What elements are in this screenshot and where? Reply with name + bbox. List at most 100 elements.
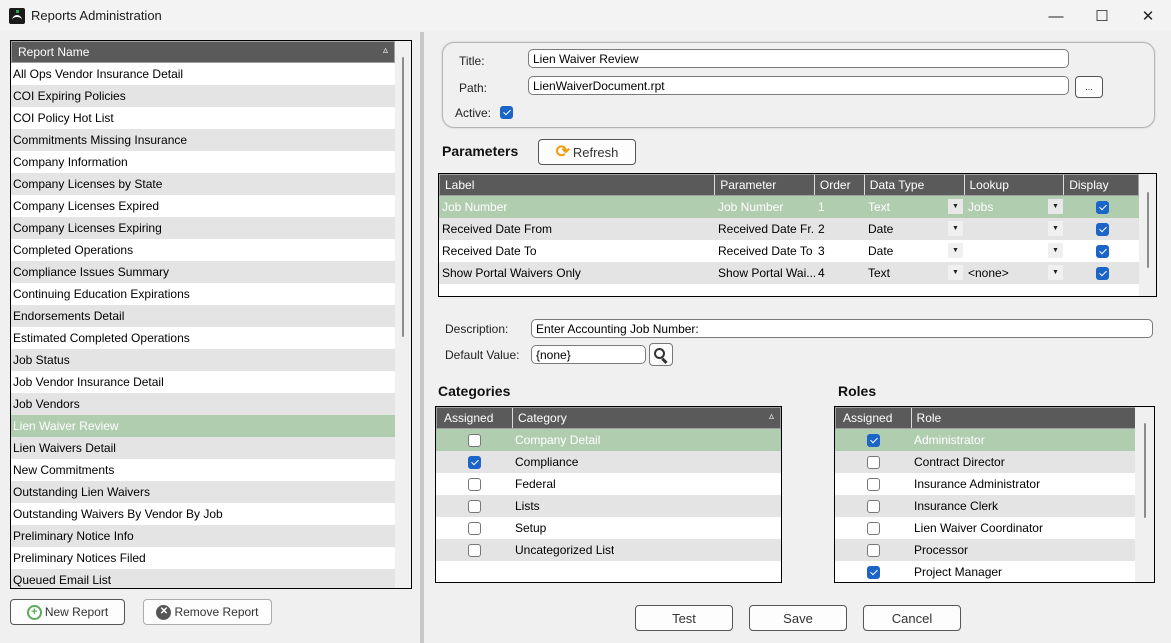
role-assigned-checkbox[interactable] <box>866 477 880 491</box>
maximize-button[interactable]: ☐ <box>1079 0 1125 32</box>
test-button[interactable]: Test <box>635 605 733 631</box>
role-row[interactable]: Insurance Clerk <box>835 495 1137 517</box>
default-value-search-button[interactable] <box>649 343 673 366</box>
role-assigned-checkbox[interactable] <box>866 499 880 513</box>
cancel-button[interactable]: Cancel <box>863 605 961 631</box>
active-checkbox[interactable] <box>500 106 513 119</box>
role-assigned-checkbox[interactable] <box>866 521 880 535</box>
column-header-category[interactable]: Category <box>513 408 763 428</box>
report-list-item[interactable]: COI Expiring Policies <box>11 85 395 107</box>
display-checkbox[interactable] <box>1095 244 1109 258</box>
parameter-lookup-cell[interactable]: ▼ <box>965 240 1065 262</box>
category-assigned-checkbox[interactable] <box>467 433 481 447</box>
report-list-item[interactable]: Endorsements Detail <box>11 305 395 327</box>
chevron-down-icon[interactable]: ▼ <box>1048 265 1063 280</box>
default-value-input[interactable]: {none} <box>531 345 646 364</box>
category-row[interactable]: Setup <box>436 517 781 539</box>
chevron-down-icon[interactable]: ▼ <box>948 199 963 214</box>
parameter-lookup-cell[interactable]: <none> ▼ <box>965 262 1065 284</box>
column-header-assigned[interactable]: Assigned <box>836 408 912 428</box>
report-list-item[interactable]: Queued Email List <box>11 569 395 588</box>
column-header-display[interactable]: Display <box>1064 175 1138 195</box>
chevron-down-icon[interactable]: ▼ <box>1048 221 1063 236</box>
parameter-row[interactable]: Show Portal Waivers Only Show Portal Wai.… <box>439 262 1139 284</box>
report-list-item[interactable]: Continuing Education Expirations <box>11 283 395 305</box>
report-list-item[interactable]: Lien Waivers Detail <box>11 437 395 459</box>
category-row[interactable]: Lists <box>436 495 781 517</box>
role-row[interactable]: Project Manager <box>835 561 1137 582</box>
parameter-row-partial[interactable] <box>439 284 1139 296</box>
parameter-data-type-cell[interactable]: Text ▼ <box>865 262 965 284</box>
parameter-lookup-cell[interactable]: Jobs ▼ <box>965 196 1065 218</box>
remove-report-button[interactable]: ✕ Remove Report <box>143 599 272 625</box>
chevron-down-icon[interactable]: ▼ <box>948 243 963 258</box>
minimize-button[interactable]: — <box>1033 0 1079 32</box>
roles-grid[interactable]: Assigned Role Administrator Contract Dire… <box>834 406 1155 583</box>
report-list-item[interactable]: All Ops Vendor Insurance Detail <box>11 63 395 85</box>
report-list-item[interactable]: Completed Operations <box>11 239 395 261</box>
parameter-row[interactable]: Received Date From Received Date Fr... 2 Da… <box>439 218 1139 240</box>
parameters-grid[interactable]: Label Parameter Order Data Type Lookup D… <box>438 173 1157 297</box>
column-header-role[interactable]: Role <box>912 408 1136 428</box>
report-list-item[interactable]: COI Policy Hot List <box>11 107 395 129</box>
report-list-item[interactable]: Lien Waiver Review <box>11 415 395 437</box>
report-list-item[interactable]: Preliminary Notice Info <box>11 525 395 547</box>
parameter-data-type-cell[interactable]: Date ▼ <box>865 218 965 240</box>
category-assigned-checkbox[interactable] <box>467 521 481 535</box>
column-header-label[interactable]: Label <box>440 175 716 195</box>
report-list-item[interactable]: Company Licenses Expiring <box>11 217 395 239</box>
report-list-item[interactable]: Job Vendor Insurance Detail <box>11 371 395 393</box>
role-row[interactable]: Contract Director <box>835 451 1137 473</box>
parameter-data-type-cell[interactable]: Text ▼ <box>865 196 965 218</box>
category-row[interactable]: Compliance <box>436 451 781 473</box>
role-row[interactable]: Administrator <box>835 429 1137 451</box>
category-assigned-checkbox[interactable] <box>467 543 481 557</box>
report-list-item[interactable]: Job Status <box>11 349 395 371</box>
column-header-order[interactable]: Order <box>815 175 865 195</box>
report-list-item[interactable]: Preliminary Notices Filed <box>11 547 395 569</box>
report-list-scrollbar[interactable] <box>395 41 411 588</box>
report-list-item[interactable]: Commitments Missing Insurance <box>11 129 395 151</box>
path-input[interactable]: LienWaiverDocument.rpt <box>528 76 1069 95</box>
parameter-row[interactable]: Job Number Job Number 1 Text ▼ Jobs ▼ <box>439 196 1139 218</box>
report-name-column-header[interactable]: Report Name ▵ <box>11 41 395 63</box>
description-input[interactable]: Enter Accounting Job Number: <box>531 319 1153 338</box>
new-report-button[interactable]: + New Report <box>10 599 125 625</box>
roles-scrollbar[interactable] <box>1135 407 1154 582</box>
chevron-down-icon[interactable]: ▼ <box>1048 243 1063 258</box>
scrollbar-thumb[interactable] <box>402 57 404 337</box>
report-list[interactable]: Report Name ▵ All Ops Vendor Insurance D… <box>10 40 412 589</box>
report-list-item[interactable]: Estimated Completed Operations <box>11 327 395 349</box>
category-row[interactable]: Company Detail <box>436 429 781 451</box>
report-list-item[interactable]: Compliance Issues Summary <box>11 261 395 283</box>
scrollbar-thumb[interactable] <box>1147 192 1149 268</box>
parameter-row[interactable]: Received Date To Received Date To 3 Date ▼ ▼ <box>439 240 1139 262</box>
report-list-item[interactable]: Company Information <box>11 151 395 173</box>
category-assigned-checkbox[interactable] <box>467 477 481 491</box>
column-header-assigned[interactable]: Assigned <box>437 408 513 428</box>
column-header-lookup[interactable]: Lookup <box>965 175 1065 195</box>
title-input[interactable]: Lien Waiver Review <box>528 49 1069 68</box>
save-button[interactable]: Save <box>749 605 847 631</box>
column-header-data-type[interactable]: Data Type <box>865 175 965 195</box>
parameter-lookup-cell[interactable]: ▼ <box>965 218 1065 240</box>
scrollbar-thumb[interactable] <box>1144 423 1146 518</box>
report-list-item[interactable]: Company Licenses Expired <box>11 195 395 217</box>
category-row[interactable]: Federal <box>436 473 781 495</box>
category-assigned-checkbox[interactable] <box>467 455 481 469</box>
display-checkbox[interactable] <box>1095 266 1109 280</box>
parameter-data-type-cell[interactable]: Date ▼ <box>865 240 965 262</box>
categories-grid[interactable]: Assigned Category ▵ Company Detail Compli… <box>435 406 782 583</box>
role-assigned-checkbox[interactable] <box>866 543 880 557</box>
role-assigned-checkbox[interactable] <box>866 455 880 469</box>
chevron-down-icon[interactable]: ▼ <box>948 221 963 236</box>
category-row[interactable]: Uncategorized List <box>436 539 781 561</box>
report-list-item[interactable]: Outstanding Waivers By Vendor By Job <box>11 503 395 525</box>
role-assigned-checkbox[interactable] <box>866 565 880 579</box>
display-checkbox[interactable] <box>1095 200 1109 214</box>
browse-path-button[interactable]: ... <box>1075 76 1103 98</box>
role-row[interactable]: Insurance Administrator <box>835 473 1137 495</box>
report-list-item[interactable]: New Commitments <box>11 459 395 481</box>
role-assigned-checkbox[interactable] <box>866 433 880 447</box>
chevron-down-icon[interactable]: ▼ <box>1048 199 1063 214</box>
